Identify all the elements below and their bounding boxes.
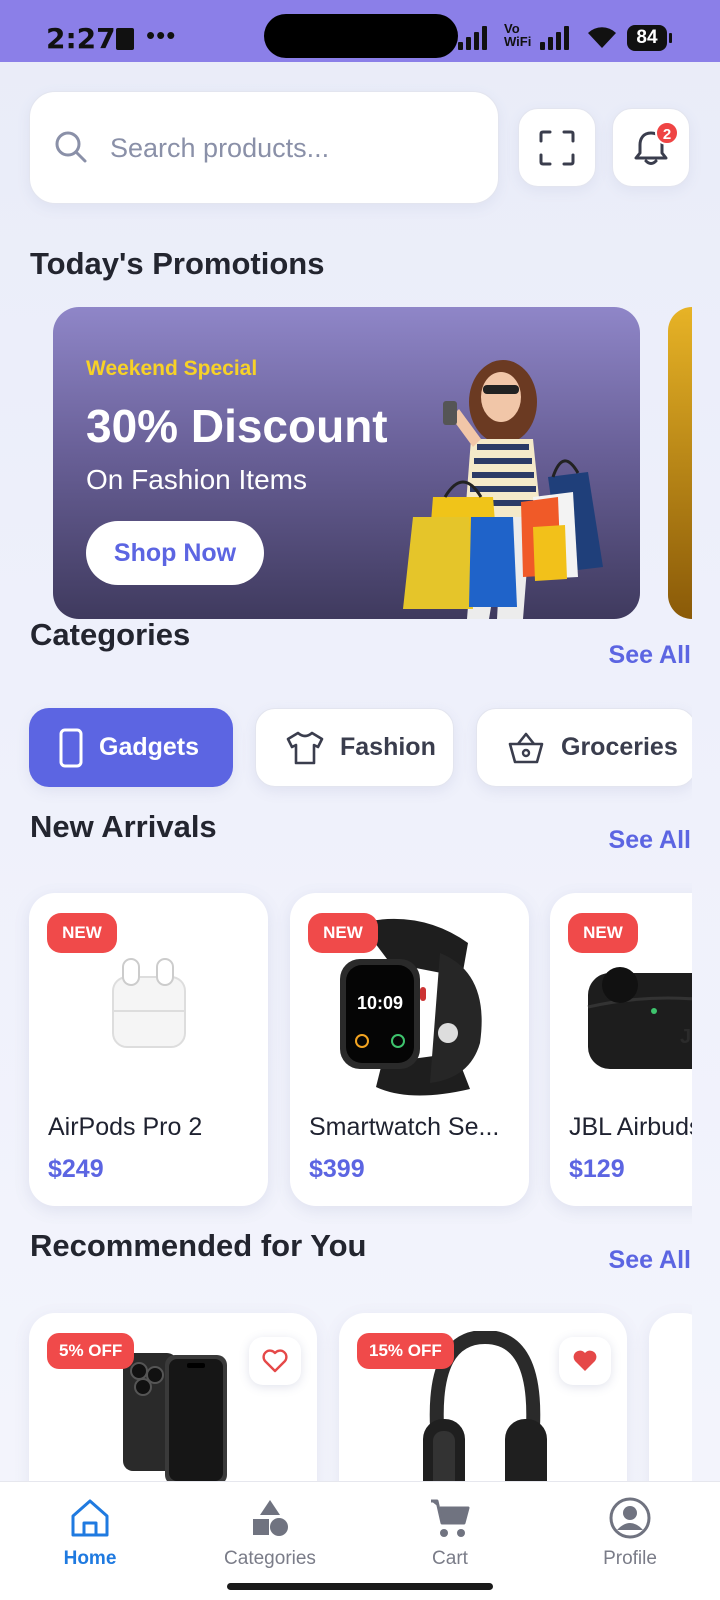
favorite-button[interactable]: [249, 1337, 301, 1385]
nav-label: Home: [63, 1548, 117, 1569]
iphone-image: [123, 1353, 227, 1485]
svg-text:JBL: JBL: [680, 1026, 692, 1048]
home-indicator: [227, 1583, 493, 1590]
nav-cart[interactable]: Cart: [380, 1482, 520, 1582]
home-icon: [71, 1499, 109, 1537]
recommended-title: Recommended for You: [30, 1228, 367, 1263]
new-badge: NEW: [308, 913, 378, 953]
product-price: $129: [569, 1155, 625, 1183]
svg-text:10:09: 10:09: [357, 993, 403, 1013]
product-card[interactable]: 10:09 NEW Smartwatch Se... $399: [290, 893, 529, 1206]
new-badge: NEW: [568, 913, 638, 953]
nav-home[interactable]: Home: [20, 1482, 160, 1582]
cart-icon: [431, 1499, 470, 1537]
heart-outline-icon: [262, 1349, 288, 1373]
favorite-button[interactable]: [559, 1337, 611, 1385]
nav-categories[interactable]: Categories: [200, 1482, 340, 1582]
product-price: $399: [309, 1155, 365, 1183]
new-badge: NEW: [47, 913, 117, 953]
recommended-card[interactable]: [649, 1313, 692, 1503]
recommended-card[interactable]: 15% OFF: [339, 1313, 627, 1503]
nav-profile[interactable]: Profile: [560, 1482, 700, 1582]
shapes-icon: [253, 1500, 288, 1536]
product-card[interactable]: NEW AirPods Pro 2 $249: [29, 893, 268, 1206]
discount-badge: 15% OFF: [357, 1333, 454, 1369]
discount-badge: 5% OFF: [47, 1333, 135, 1369]
nav-label: Profile: [603, 1548, 657, 1569]
product-name: JBL Airbuds: [569, 1113, 692, 1141]
new-arrivals-row: NEW AirPods Pro 2 $249 10:09 NEW Smartwa…: [0, 0, 692, 1600]
nav-label: Cart: [432, 1548, 468, 1569]
nav-label: Categories: [224, 1548, 316, 1569]
recommended-card[interactable]: 5% OFF: [29, 1313, 317, 1503]
profile-icon: [609, 1497, 651, 1539]
product-name: AirPods Pro 2: [48, 1113, 203, 1141]
product-card[interactable]: JBL NEW JBL Airbuds $129: [550, 893, 692, 1206]
product-price: $249: [48, 1155, 104, 1183]
heart-filled-icon: [573, 1350, 597, 1371]
product-name: Smartwatch Se...: [309, 1113, 500, 1141]
recommended-see-all[interactable]: See All: [609, 1246, 691, 1275]
